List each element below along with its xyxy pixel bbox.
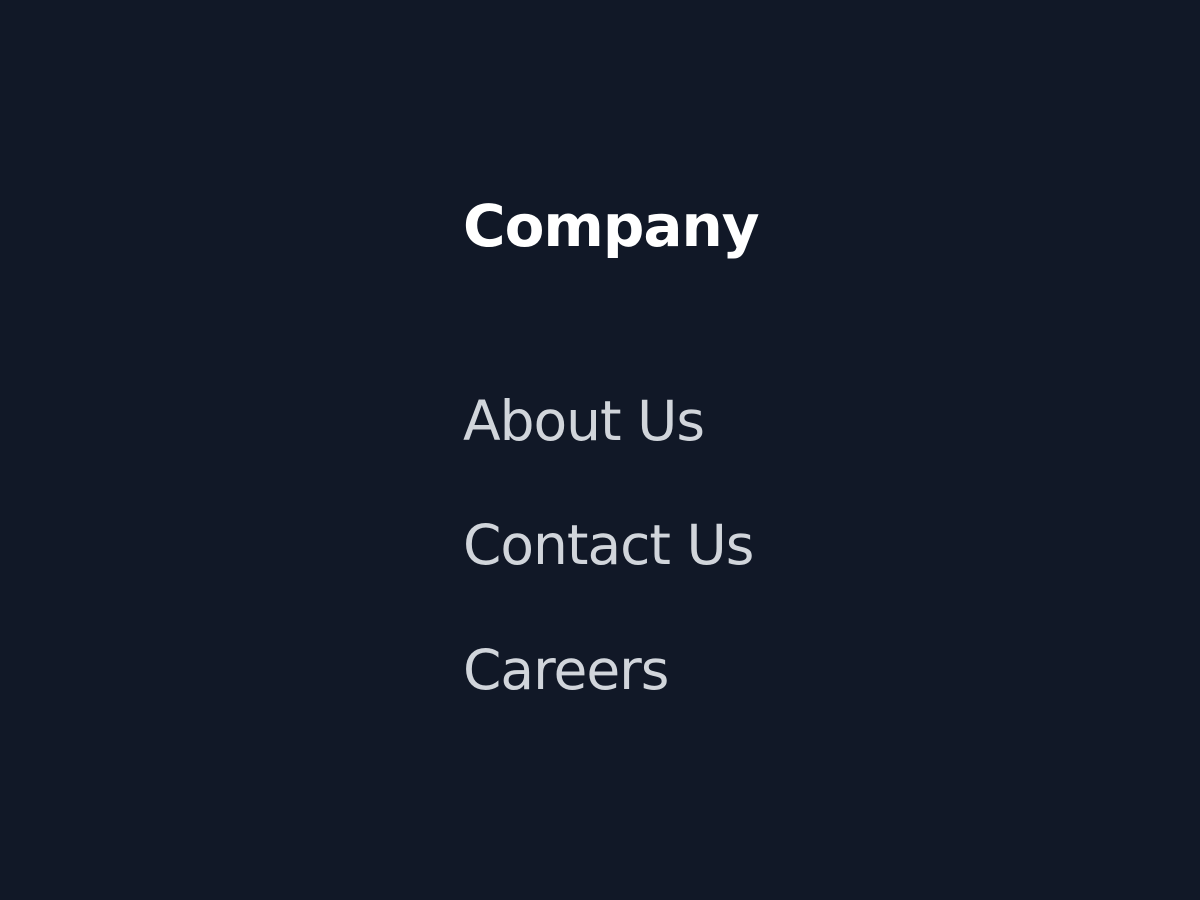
footer-link-item-about: About Us <box>463 386 705 456</box>
footer-link-item-careers: Careers <box>463 635 669 705</box>
footer-link-item-contact: Contact Us <box>463 510 754 580</box>
careers-link[interactable]: Careers <box>463 635 669 705</box>
contact-us-link[interactable]: Contact Us <box>463 510 754 580</box>
about-us-link[interactable]: About Us <box>463 386 705 456</box>
company-heading: Company <box>463 192 760 260</box>
